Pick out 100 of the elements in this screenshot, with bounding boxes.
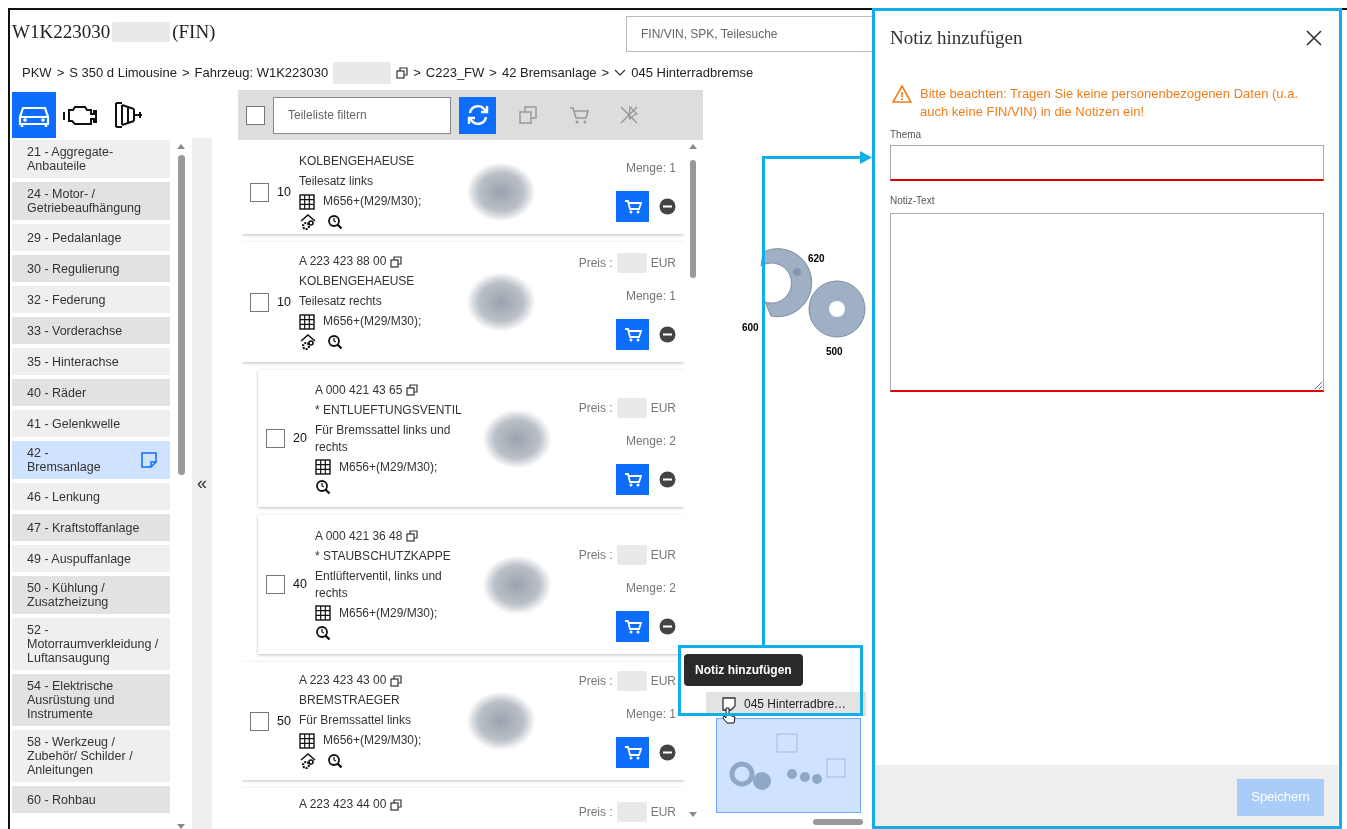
note-icon[interactable]	[722, 697, 736, 711]
field-label: Thema	[890, 127, 923, 142]
scrollbar[interactable]	[174, 142, 188, 829]
cart-icon[interactable]	[623, 744, 642, 761]
close-icon[interactable]	[1305, 29, 1323, 48]
category-item[interactable]: 35 - Hinterachse	[12, 348, 170, 375]
magnifier-icon[interactable]	[315, 624, 331, 642]
add-to-cart-button[interactable]	[616, 319, 649, 350]
vin-title: W1K223030	[12, 20, 111, 44]
breadcrumb-link[interactable]: PKW	[22, 63, 52, 83]
grid-icon[interactable]	[315, 459, 331, 475]
price-label: Preis :	[578, 547, 613, 564]
copy-icon[interactable]	[406, 530, 419, 542]
category-item[interactable]: 54 - Elektrische Ausrüstung und Instrumente	[12, 674, 170, 726]
house-gear-icon[interactable]	[299, 333, 317, 351]
category-item[interactable]: 49 - Auspuffanlage	[12, 545, 170, 572]
cart-icon[interactable]	[623, 198, 642, 215]
part-description: Entlüfterventil, links und rechts	[315, 567, 443, 602]
category-item[interactable]: 33 - Vorderachse	[12, 317, 170, 344]
magnifier-icon[interactable]	[327, 213, 343, 231]
remove-icon[interactable]	[659, 326, 676, 343]
remove-icon[interactable]	[659, 744, 676, 761]
checkbox[interactable]	[246, 105, 265, 125]
part-number: A 223 423 43 00	[299, 672, 387, 689]
cart-icon[interactable]	[623, 326, 642, 343]
position-number: 20	[292, 430, 308, 448]
remove-icon[interactable]	[659, 198, 676, 215]
category-item[interactable]: 60 - Rohbau	[12, 786, 170, 813]
breadcrumb-link[interactable]: Fahrzeug: W1K223030	[194, 63, 329, 83]
copy-icon[interactable]	[390, 255, 403, 268]
category-item[interactable]: 52 - Motorraumverkleidung / Luftansaugung	[12, 618, 170, 670]
checkbox[interactable]	[250, 711, 269, 731]
category-item[interactable]: 46 - Lenkung	[12, 483, 170, 510]
copy-icon[interactable]	[390, 674, 403, 687]
part-name: * ENTLUEFTUNGSVENTIL	[315, 401, 463, 419]
category-item[interactable]: 24 - Motor- / Getriebeaufhängung	[12, 182, 170, 220]
breadcrumb-link[interactable]: C223_FW	[425, 63, 485, 83]
cart-icon[interactable]	[623, 618, 642, 635]
category-item[interactable]: 41 - Gelenkwelle	[12, 410, 170, 437]
checkbox[interactable]	[266, 575, 285, 594]
magnifier-icon[interactable]	[327, 333, 343, 351]
category-item[interactable]: 21 - Aggregate-Anbauteile	[12, 140, 170, 178]
add-to-cart-button[interactable]	[616, 464, 649, 495]
category-item[interactable]: 42 - Bremsanlage	[12, 441, 170, 479]
category-item[interactable]: 30 - Regulierung	[12, 255, 170, 282]
checkbox[interactable]	[250, 292, 269, 312]
variant-code: M656+(M29/M30);	[323, 193, 422, 210]
add-to-cart-button[interactable]	[616, 191, 649, 222]
filter-field[interactable]: Teileliste filtern	[273, 96, 451, 134]
breadcrumb-separator: >	[181, 64, 190, 83]
grid-icon[interactable]	[299, 193, 315, 210]
breadcrumb-link[interactable]: 045 Hinterradbremse	[631, 63, 754, 83]
add-to-cart-button[interactable]	[616, 611, 649, 642]
breadcrumb-link[interactable]: 42 Bremsanlage	[501, 63, 597, 83]
part-description: Teilesatz links	[299, 173, 375, 190]
part-name: BREMSTRAEGER	[299, 692, 401, 709]
category-item[interactable]: 47 - Kraftstoffanlage	[12, 514, 170, 541]
remove-icon[interactable]	[659, 471, 676, 488]
grid-icon[interactable]	[299, 313, 315, 330]
part-name: KOLBENGEHAEUSE	[299, 153, 416, 170]
magnifier-icon[interactable]	[327, 752, 343, 770]
category-item[interactable]: 40 - Räder	[12, 379, 170, 406]
breadcrumb-separator: >	[489, 64, 497, 83]
checkbox[interactable]	[250, 182, 269, 202]
part-description: Für Bremssattel links und rechts	[315, 421, 452, 456]
house-gear-icon[interactable]	[299, 752, 317, 770]
chevron-down-icon[interactable]	[614, 69, 627, 77]
text-field[interactable]	[890, 144, 1324, 181]
part-number: A 223 423 44 00	[299, 796, 387, 813]
category-item[interactable]: 29 - Pedalanlage	[12, 224, 170, 251]
category-item[interactable]: 32 - Federung	[12, 286, 170, 313]
vin-suffix: (FIN)	[172, 20, 216, 44]
magnifier-icon[interactable]	[315, 478, 331, 496]
house-gear-icon[interactable]	[299, 213, 317, 231]
refresh-button[interactable]	[459, 96, 496, 134]
collapse-button[interactable]: «	[192, 138, 212, 829]
copy-icon[interactable]	[390, 798, 403, 811]
warning-icon	[892, 84, 912, 103]
copy-icon[interactable]	[396, 67, 409, 79]
price-label: Preis :	[578, 255, 613, 272]
tooltip: Notiz hinzufügen	[684, 654, 803, 686]
grid-icon[interactable]	[315, 605, 331, 621]
scrollbar[interactable]	[813, 818, 863, 826]
refresh-icon[interactable]	[465, 103, 490, 127]
category-item[interactable]: 58 - Werkzeug / Zubehör/ Schilder / Anleitungen	[12, 730, 170, 782]
brake-disc-drawing	[808, 280, 866, 338]
breadcrumb-link[interactable]: S 350 d Limousine	[69, 63, 177, 83]
quantity-label: Menge: 1	[625, 706, 676, 723]
currency-label: EUR	[650, 673, 676, 690]
checkbox[interactable]	[266, 429, 285, 448]
cart-icon[interactable]	[623, 471, 642, 488]
remove-icon[interactable]	[659, 618, 676, 635]
quantity-label: Menge: 2	[625, 580, 676, 597]
grid-icon[interactable]	[299, 732, 315, 749]
position-number: 50	[276, 712, 292, 730]
category-item[interactable]: 50 - Kühlung / Zusatzheizung	[12, 576, 170, 614]
search-field[interactable]: FIN/VIN, SPK, Teilesuche	[626, 16, 872, 52]
add-to-cart-button[interactable]	[616, 737, 649, 768]
position-number: 40	[292, 576, 308, 594]
copy-icon[interactable]	[406, 384, 419, 396]
